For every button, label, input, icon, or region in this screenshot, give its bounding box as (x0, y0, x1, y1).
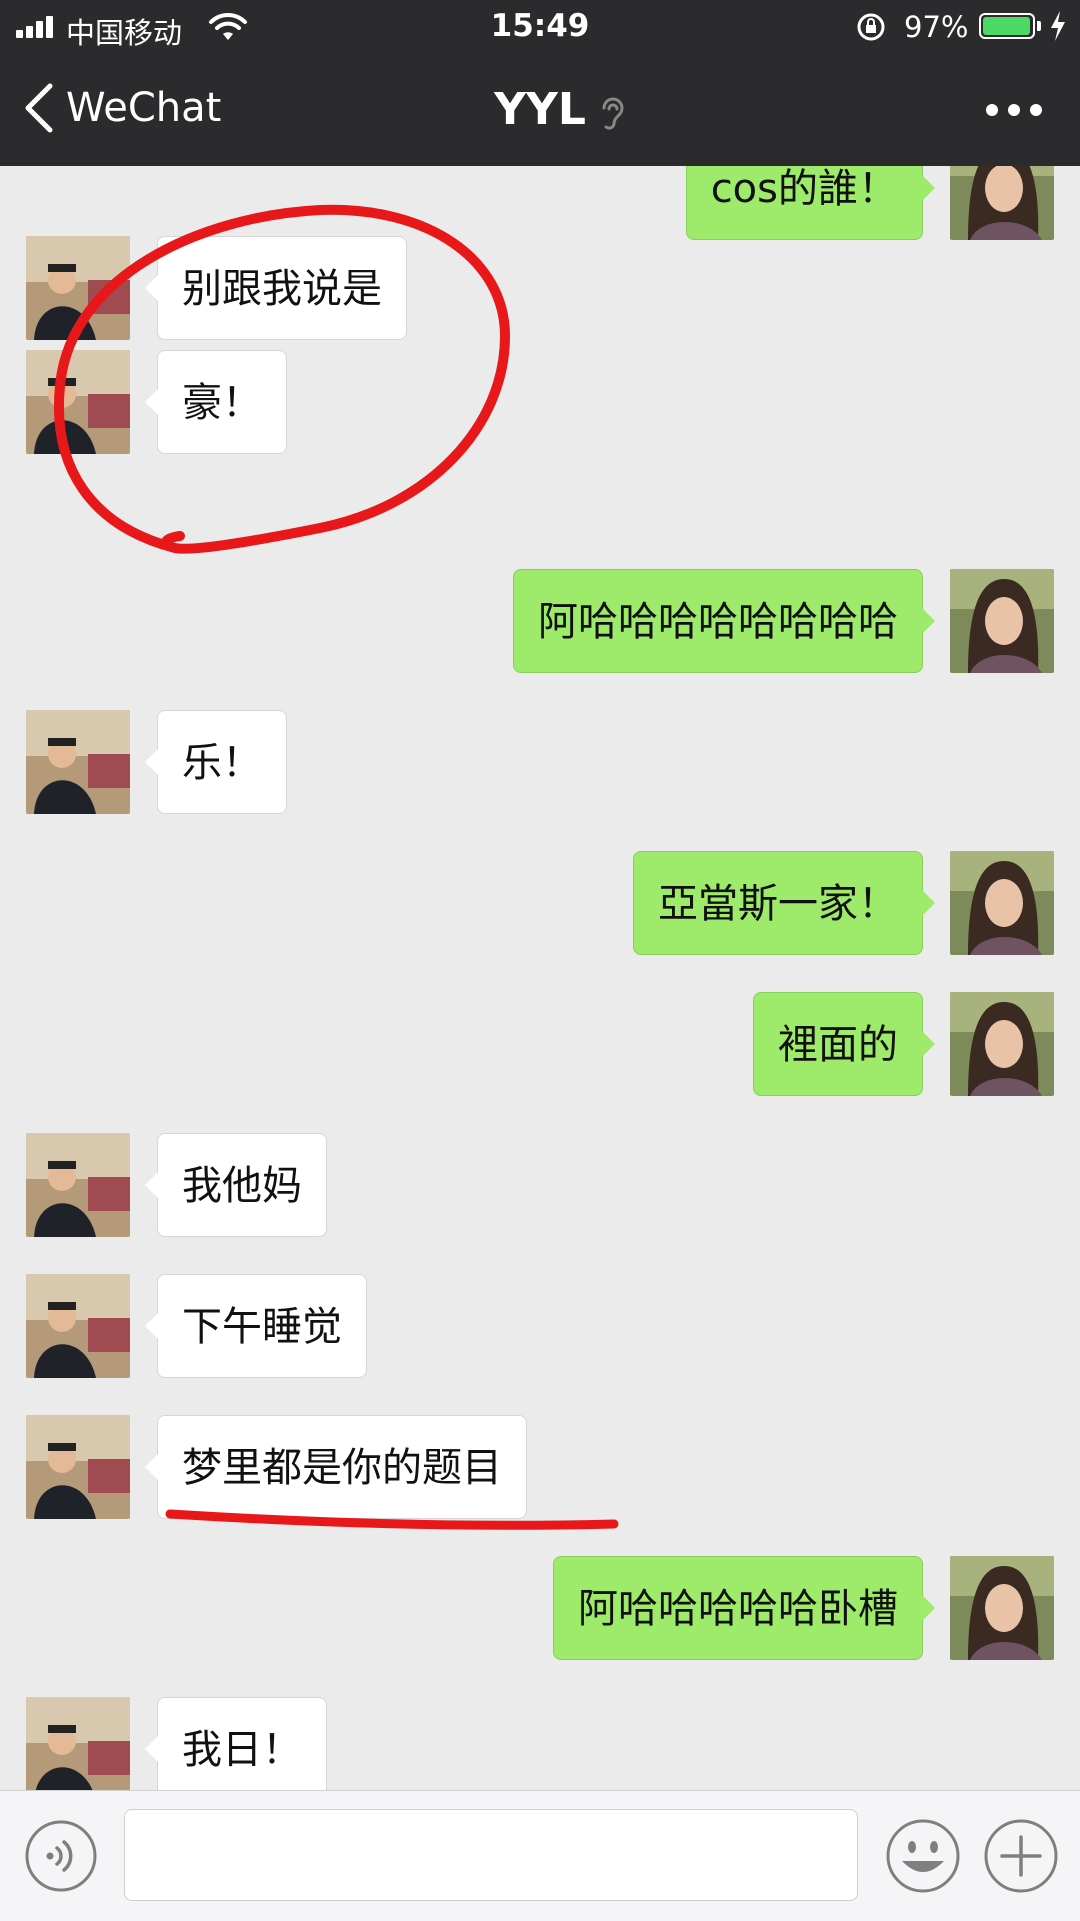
message-row-sent: 阿哈哈哈哈哈哈哈哈 (0, 569, 1080, 673)
message-input[interactable] (124, 1809, 858, 1901)
message-row-received: 梦里都是你的题目 (0, 1415, 1080, 1519)
avatar-contact[interactable] (26, 236, 130, 340)
message-bubble-received[interactable]: 下午睡觉 (145, 1274, 367, 1378)
message-bubble-sent[interactable]: 阿哈哈哈哈哈卧槽 (553, 1556, 935, 1660)
ear-icon (602, 97, 624, 130)
avatar-contact[interactable] (26, 350, 130, 454)
message-row-sent: cos的誰！ (0, 166, 1080, 240)
avatar-self[interactable] (950, 166, 1054, 240)
avatar-contact[interactable] (26, 1415, 130, 1519)
message-list[interactable]: cos的誰！ 别跟我说是 豪！ 阿哈哈哈哈哈哈哈哈 乐！ 亞當斯一家！ 裡面的 … (0, 166, 1080, 1790)
battery-percent: 97% (904, 10, 969, 44)
message-bubble-sent[interactable]: 裡面的 (753, 992, 935, 1096)
top-bar: 中国移动 15:49 97% WeChat YYL (0, 0, 1080, 166)
voice-icon[interactable] (24, 1819, 98, 1893)
message-bubble-received[interactable]: 乐！ (145, 710, 287, 814)
battery-icon (979, 13, 1035, 39)
battery-cap (1037, 21, 1041, 31)
message-row-sent: 阿哈哈哈哈哈卧槽 (0, 1556, 1080, 1660)
nav-bar: WeChat YYL (0, 54, 1080, 166)
chat-title: YYL (494, 84, 586, 135)
message-bubble-received[interactable]: 我日！ (145, 1697, 327, 1790)
emoji-icon[interactable] (884, 1817, 962, 1895)
message-bubble-sent[interactable]: 亞當斯一家！ (633, 851, 935, 955)
rotation-lock-icon (857, 13, 885, 41)
avatar-self[interactable] (950, 1556, 1054, 1660)
message-row-received: 别跟我说是 (0, 236, 1080, 340)
message-bubble-received[interactable]: 别跟我说是 (145, 236, 407, 340)
battery-level-fill (983, 17, 1030, 35)
charging-icon (1051, 11, 1065, 41)
avatar-contact[interactable] (26, 1133, 130, 1237)
avatar-contact[interactable] (26, 1274, 130, 1378)
avatar-self[interactable] (950, 851, 1054, 955)
message-row-received: 我日！ (0, 1697, 1080, 1790)
avatar-contact[interactable] (26, 1697, 130, 1790)
message-bubble-sent[interactable]: 阿哈哈哈哈哈哈哈哈 (513, 569, 935, 673)
avatar-self[interactable] (950, 569, 1054, 673)
message-row-sent: 裡面的 (0, 992, 1080, 1096)
message-bubble-received[interactable]: 我他妈 (145, 1133, 327, 1237)
message-row-received: 乐！ (0, 710, 1080, 814)
message-row-received: 豪！ (0, 350, 1080, 454)
message-bubble-sent[interactable]: cos的誰！ (685, 166, 936, 240)
avatar-contact[interactable] (26, 710, 130, 814)
message-bubble-received[interactable]: 豪！ (145, 350, 287, 454)
input-bar (0, 1790, 1080, 1921)
avatar-self[interactable] (950, 992, 1054, 1096)
plus-icon[interactable] (982, 1817, 1060, 1895)
status-bar: 中国移动 15:49 97% (0, 0, 1080, 54)
message-row-received: 下午睡觉 (0, 1274, 1080, 1378)
more-icon[interactable] (986, 94, 1044, 124)
message-row-sent: 亞當斯一家！ (0, 851, 1080, 955)
message-bubble-received[interactable]: 梦里都是你的题目 (145, 1415, 527, 1519)
message-row-received: 我他妈 (0, 1133, 1080, 1237)
